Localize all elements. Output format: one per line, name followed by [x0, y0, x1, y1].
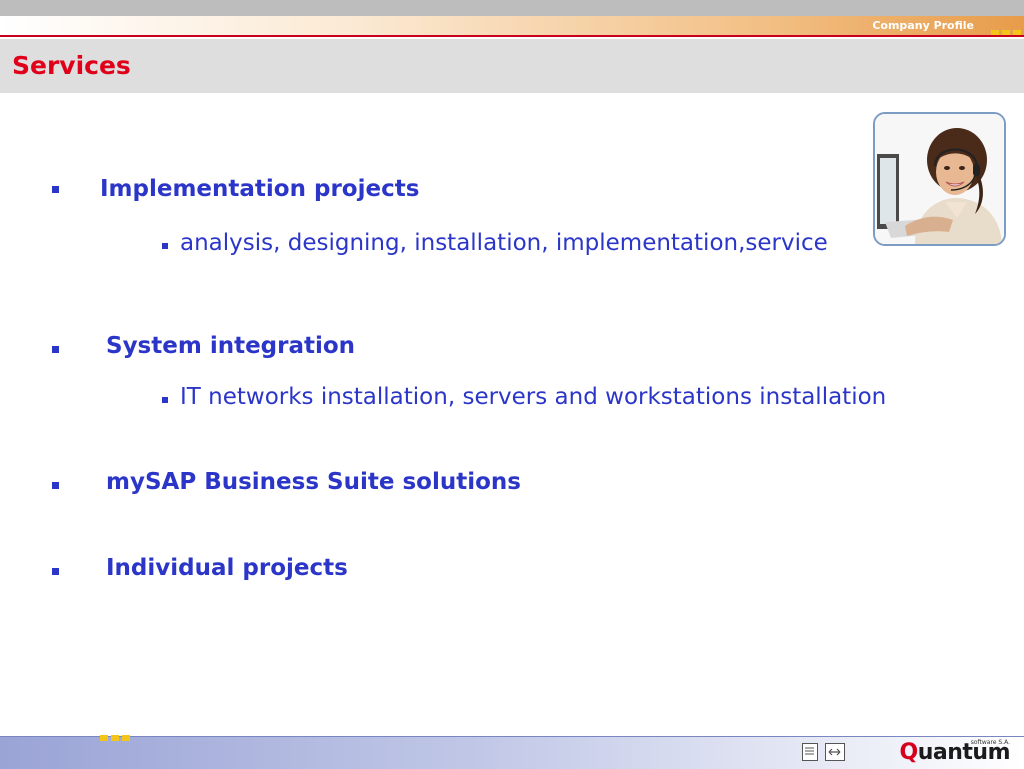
header-divider	[0, 35, 1024, 37]
logo-tagline: software S.A.	[970, 739, 1010, 746]
bullet-icon	[52, 482, 59, 489]
bullet-icon	[52, 186, 59, 193]
footer-bar: Quantum software S.A.	[0, 735, 1024, 769]
bullet-icon	[52, 346, 59, 353]
title-band: Services	[0, 39, 1024, 93]
service-detail-implementation: analysis, designing, installation, imple…	[180, 230, 828, 256]
support-agent-image	[875, 114, 1004, 244]
profile-band: Company Profile	[0, 16, 1024, 36]
page-title: Services	[12, 51, 131, 80]
document-icon[interactable]	[802, 743, 818, 761]
window-arrows-icon[interactable]	[825, 743, 845, 761]
bullet-icon	[52, 568, 59, 575]
section-label: Company Profile	[872, 19, 974, 32]
service-heading-implementation: Implementation projects	[100, 176, 420, 202]
service-detail-integration: IT networks installation, servers and wo…	[180, 384, 887, 410]
sub-bullet-icon	[162, 397, 168, 403]
decorative-squares-bottom	[100, 735, 130, 741]
service-heading-integration: System integration	[106, 333, 356, 359]
support-agent-photo	[873, 112, 1006, 246]
service-heading-mysap: mySAP Business Suite solutions	[106, 469, 521, 495]
top-strip	[0, 0, 1024, 16]
service-heading-individual: Individual projects	[106, 555, 348, 581]
sub-bullet-icon	[162, 243, 168, 249]
